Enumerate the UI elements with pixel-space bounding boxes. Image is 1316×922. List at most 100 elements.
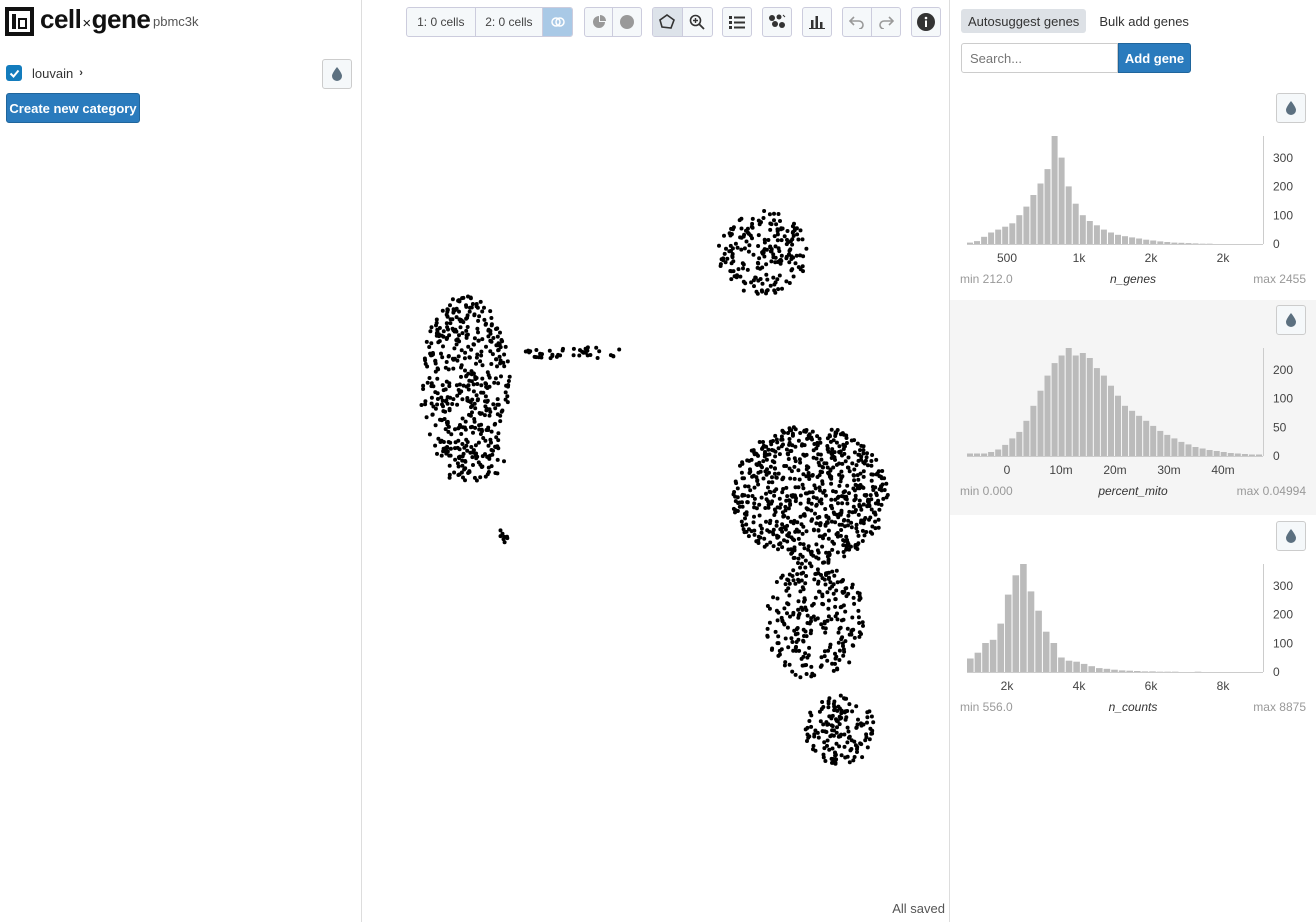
cell-point <box>462 445 467 450</box>
cell-point <box>775 535 780 540</box>
cell-point <box>846 523 850 528</box>
create-category-button[interactable]: Create new category <box>6 93 140 123</box>
cell-point <box>811 495 816 500</box>
cell-point <box>820 544 825 549</box>
cell-point <box>873 501 878 506</box>
cell-point <box>789 254 794 259</box>
cell-point <box>829 427 834 432</box>
cell-point <box>857 498 862 503</box>
cell-point <box>795 232 800 237</box>
cell-point <box>786 578 791 583</box>
histogram-bar <box>1143 420 1150 456</box>
cell-point <box>845 709 850 713</box>
cell-point <box>768 221 773 226</box>
cell-point <box>773 255 778 260</box>
embedding-scatterplot[interactable] <box>363 46 949 896</box>
category-row-louvain[interactable]: louvain › <box>6 64 83 82</box>
cell-point <box>475 382 480 386</box>
cell-point <box>486 443 491 448</box>
color-by-category-button[interactable] <box>322 59 352 89</box>
x-tick-label: 8k <box>1217 679 1231 693</box>
cell-point <box>802 599 806 604</box>
lasso-icon[interactable] <box>653 8 683 36</box>
cell-point <box>877 487 882 492</box>
x-tick-label: 40m <box>1211 463 1234 477</box>
cell-point <box>762 544 767 549</box>
info-icon[interactable] <box>912 8 940 36</box>
redo-icon[interactable] <box>872 8 900 36</box>
cell-point <box>742 232 747 237</box>
bar-chart-icon[interactable] <box>803 8 831 36</box>
cell-point <box>782 606 787 611</box>
cell-point <box>761 216 766 220</box>
cell-point <box>764 272 769 277</box>
cell-point <box>855 441 860 446</box>
cell-point <box>474 393 479 398</box>
cell-point <box>484 428 489 432</box>
cell-point <box>470 302 475 306</box>
cell-point <box>463 419 468 424</box>
cell-point <box>791 568 796 573</box>
cell-point <box>809 674 814 679</box>
histogram-bar <box>1171 438 1178 456</box>
cell-point <box>768 283 773 288</box>
cell-point <box>794 253 799 258</box>
cell-point <box>796 536 801 541</box>
add-gene-button[interactable]: Add gene <box>1118 43 1191 73</box>
cell-point <box>802 634 806 638</box>
cell-point <box>821 536 825 541</box>
cell-point <box>433 390 438 395</box>
cell-point <box>487 384 492 389</box>
cell-point <box>852 498 857 503</box>
gene-search-input[interactable] <box>961 43 1118 73</box>
cell-set-1-button[interactable]: 1: 0 cells <box>407 8 476 36</box>
cell-point <box>833 604 838 609</box>
category-label[interactable]: louvain <box>32 66 73 81</box>
cell-point <box>792 538 797 543</box>
cell-point <box>754 452 759 457</box>
cell-point <box>757 460 762 465</box>
cell-point <box>443 365 448 370</box>
chevron-right-icon[interactable]: › <box>79 67 83 79</box>
cell-point <box>446 429 451 434</box>
cell-point <box>799 571 804 576</box>
cell-point <box>747 243 752 248</box>
cell-point <box>842 554 847 559</box>
venn-icon[interactable] <box>543 8 572 36</box>
cell-point <box>772 493 777 498</box>
cell-point <box>429 341 434 346</box>
category-checkbox[interactable] <box>6 65 22 81</box>
cell-point <box>855 486 860 491</box>
cell-point <box>854 704 859 709</box>
histogram-n_genes[interactable]: 300 200 100 0 500 1k 2k 2k min 212.0 n_genes max 2… <box>950 88 1316 303</box>
cell-point <box>783 508 788 513</box>
histogram-percent_mito[interactable]: 200 100 50 0 0 10m 20m 30m 40m min 0.000 percent_m… <box>950 300 1316 515</box>
tab-bulk-add-genes[interactable]: Bulk add genes <box>1092 9 1196 33</box>
cell-point <box>448 395 453 400</box>
histogram-n_counts[interactable]: 300 200 100 0 2k 4k 6k 8k min 556.0 n_counts max 8… <box>950 516 1316 731</box>
circle-icon[interactable] <box>613 8 641 36</box>
cell-point <box>423 361 428 366</box>
list-icon[interactable] <box>723 8 751 36</box>
cell-point <box>470 455 475 460</box>
pie-icon[interactable] <box>585 8 614 36</box>
cell-point <box>749 448 754 453</box>
cell-set-2-button[interactable]: 2: 0 cells <box>476 8 544 36</box>
zoom-icon[interactable] <box>683 8 712 36</box>
tab-autosuggest-genes[interactable]: Autosuggest genes <box>961 9 1087 33</box>
cell-point <box>826 515 831 520</box>
cell-point <box>847 734 852 739</box>
undo-icon[interactable] <box>843 8 872 36</box>
x-tick-label: 4k <box>1073 679 1087 693</box>
histogram-bar <box>1157 430 1164 456</box>
cell-point <box>816 735 821 740</box>
cell-point <box>480 376 485 381</box>
cell-point <box>859 507 864 512</box>
cell-point <box>775 618 780 623</box>
cell-point <box>459 374 463 379</box>
histogram-bar <box>1241 454 1248 456</box>
scatter-icon[interactable] <box>763 8 791 36</box>
histogram-bar <box>981 453 988 456</box>
cell-point <box>785 625 790 630</box>
cell-point <box>847 760 852 765</box>
